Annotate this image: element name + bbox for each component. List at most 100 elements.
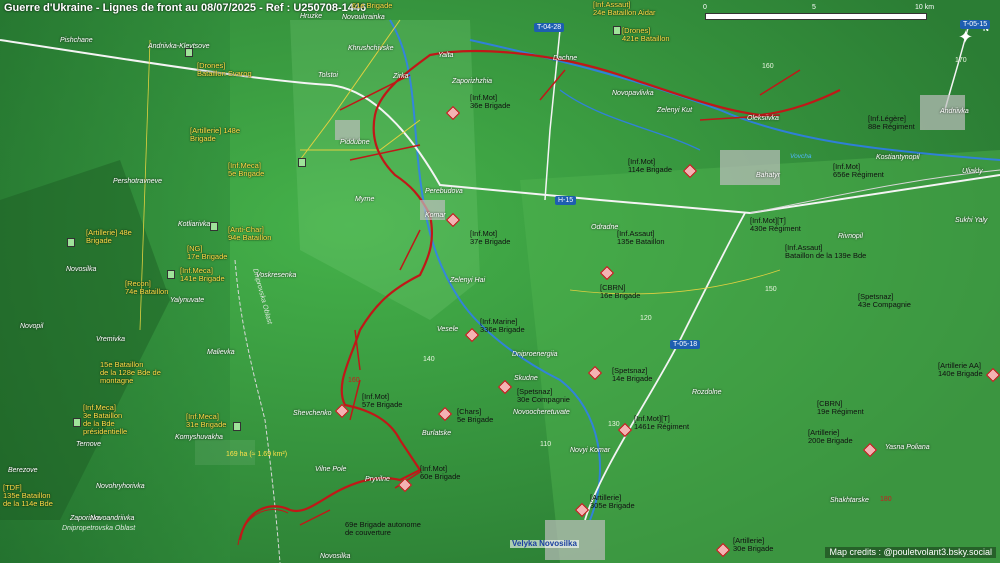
scale-label-10: 10 km — [915, 4, 935, 11]
ua-unit-icon[interactable] — [210, 222, 218, 231]
ru-unit-label[interactable]: [Inf.Mot] 57e Brigade — [362, 393, 402, 409]
place-label: Novoandriivka — [90, 515, 135, 522]
place-label: Berezove — [8, 467, 38, 474]
place-label: Vilne Pole — [315, 466, 347, 473]
place-label: Bahatyr — [756, 172, 781, 179]
place-label: Novosilka — [66, 266, 97, 273]
place-label: Pryvilne — [365, 476, 390, 483]
place-label: Skudne — [514, 375, 538, 382]
ua-unit-icon[interactable] — [613, 26, 621, 35]
road-label-t0428: T-04-28 — [534, 23, 565, 32]
road-label-t0518: T-05-18 — [670, 340, 701, 349]
ru-unit-label[interactable]: [Inf.Mot] 656e Régiment — [833, 163, 884, 179]
ua-unit-icon[interactable] — [67, 238, 75, 247]
ru-unit-label[interactable]: [Spetsnaz] 14e Brigade — [612, 367, 652, 383]
area-measure: 169 ha (≈ 1.69 km²) — [226, 451, 288, 458]
scale-label-5: 5 — [812, 4, 816, 11]
place-label: Khrushchivske — [348, 45, 394, 52]
place-label: Vesele — [437, 326, 459, 333]
ru-unit-label[interactable]: [Artillerie] 305e Brigade — [590, 494, 635, 510]
ua-unit-label[interactable]: 61e Brigade — [352, 2, 392, 10]
ru-unit-label[interactable]: [Inf.Mot][T] 1461e Régiment — [634, 415, 689, 431]
ru-unit-label[interactable]: [Inf.Légère] 88e Régiment — [868, 115, 915, 131]
place-label: Odradne — [591, 224, 619, 231]
elevation-label-red: 180 — [880, 496, 892, 503]
ua-unit-label[interactable]: [Inf.Meca] 31e Brigade — [186, 413, 226, 429]
elevation-label: 120 — [640, 315, 652, 322]
elevation-label: 110 — [540, 441, 552, 448]
town-label-velyka-novosilka: Velyka Novosilka — [510, 539, 579, 549]
ru-unit-label[interactable]: [Inf.Mot] 36e Brigade — [470, 94, 510, 110]
ru-unit-label[interactable]: [Spetsnaz] 43e Compagnie — [858, 293, 911, 309]
elevation-label-red: 160 — [348, 377, 360, 384]
place-label: Novopavlivka — [612, 90, 654, 97]
place-label: Kostiantynopil — [876, 154, 920, 161]
ua-unit-label[interactable]: [Artillerie] 148e Brigade — [190, 127, 240, 143]
ua-unit-label[interactable]: [Drones] 421e Bataillon — [622, 27, 670, 43]
place-label: Novyi Komar — [570, 447, 611, 454]
place-label: Shakhtarske — [830, 497, 869, 504]
place-label: Shevchenko — [293, 410, 332, 417]
compass-rose-icon: ✦ — [958, 27, 974, 47]
place-label: Novosilka — [320, 553, 351, 560]
place-label: Zelenyi Kut — [657, 107, 693, 114]
place-label: Komar — [425, 212, 446, 219]
ru-unit-label[interactable]: [Chars] 5e Brigade — [457, 408, 493, 424]
place-label: Rivnopil — [838, 233, 863, 240]
ru-unit-label[interactable]: [Inf.Assaut] Bataillon de la 139e Bde — [785, 244, 866, 260]
ua-unit-icon[interactable] — [233, 422, 241, 431]
place-label: Novoocheretuvate — [513, 409, 570, 416]
place-label: Burlatske — [422, 430, 452, 437]
place-label: Zaporizhzhia — [452, 78, 493, 85]
elevation-label: 150 — [765, 286, 777, 293]
elevation-label: 160 — [762, 63, 774, 70]
place-label: Oleksiivka — [747, 115, 779, 122]
elevation-label: 140 — [423, 356, 435, 363]
ua-unit-label[interactable]: [Inf.Assaut] 24e Bataillon Aidar — [593, 1, 656, 17]
map-credits: Map credits : @pouletvolant3.bsky.social — [825, 546, 996, 558]
ru-unit-label[interactable]: [Artillerie] 30e Brigade — [733, 537, 773, 553]
place-label: Malievka — [207, 349, 235, 356]
ru-unit-label[interactable]: [CBRN] 19e Régiment — [817, 400, 864, 416]
ua-unit-icon[interactable] — [73, 418, 81, 427]
place-label: Novopil — [20, 323, 44, 330]
ua-unit-label[interactable]: [Inf.Meca] 141e Brigade — [180, 267, 225, 283]
place-label: Myrne — [355, 196, 375, 203]
ru-unit-label[interactable]: [Artillerie AA] 140e Brigade — [938, 362, 983, 378]
elevation-label: 130 — [608, 421, 620, 428]
place-label: Yalynuvate — [170, 297, 205, 304]
ua-unit-label[interactable]: [NG] 17e Brigade — [187, 245, 227, 261]
ru-unit-label[interactable]: [Inf.Mot] 114e Brigade — [628, 158, 672, 174]
place-label: Perebudova — [425, 188, 463, 195]
place-label: Ternove — [76, 441, 102, 448]
place-label: Andriivka — [940, 108, 969, 115]
ua-unit-label[interactable]: [Recon] 74e Bataillon — [125, 280, 168, 296]
ua-unit-label[interactable]: [Artillerie] 48e Brigade — [86, 229, 132, 245]
ua-unit-label[interactable]: [Anti-Char] 94e Bataillon — [228, 226, 271, 242]
ua-unit-label[interactable]: [Inf.Meca] 3e Bataillon de la Bde présid… — [83, 404, 127, 436]
ua-unit-label[interactable]: [Inf.Meca] 5e Brigade — [228, 162, 264, 178]
ru-unit-label[interactable]: [Spetsnaz] 30e Compagnie — [517, 388, 570, 404]
ru-unit-label[interactable]: [Inf.Marine] 336e Brigade — [480, 318, 525, 334]
place-label: Kotliarivka — [178, 221, 211, 228]
place-label: Zelenyi Hai — [450, 277, 486, 284]
map-canvas[interactable]: Guerre d'Ukraine - Lignes de front au 08… — [0, 0, 1000, 563]
ru-unit-label[interactable]: [Artillerie] 200e Brigade — [808, 429, 853, 445]
ua-unit-label[interactable]: [TDF] 135e Bataillon de la 114e Bde — [3, 484, 53, 508]
road-label-h15: H-15 — [555, 196, 577, 205]
place-label: Voskresenka — [256, 272, 297, 279]
ru-unit-label[interactable]: [Inf.Mot][T] 430e Régiment — [750, 217, 801, 233]
place-label: Novoukrainka — [342, 14, 385, 21]
place-label: Andriivka-Klevtsove — [148, 43, 210, 50]
ru-unit-label[interactable]: [Inf.Mot] 37e Brigade — [470, 230, 510, 246]
ua-unit-label[interactable]: [Drones] Bataillon Svarog — [197, 62, 252, 78]
place-label: Komyshuvakha — [175, 434, 223, 441]
ru-unit-label[interactable]: [Inf.Assaut] 135e Bataillon — [617, 230, 665, 246]
ua-unit-icon[interactable] — [298, 158, 306, 167]
ua-unit-label[interactable]: 15e Bataillon de la 128e Bde de montagne — [100, 361, 161, 385]
ru-unit-label[interactable]: [Inf.Mot] 60e Brigade — [420, 465, 460, 481]
ru-unit-label[interactable]: [CBRN] 16e Brigade — [600, 284, 640, 300]
ua-unit-icon[interactable] — [167, 270, 175, 279]
ru-unit-label[interactable]: 69e Brigade autonome de couverture — [345, 521, 421, 537]
place-label: Piddubne — [340, 139, 370, 146]
